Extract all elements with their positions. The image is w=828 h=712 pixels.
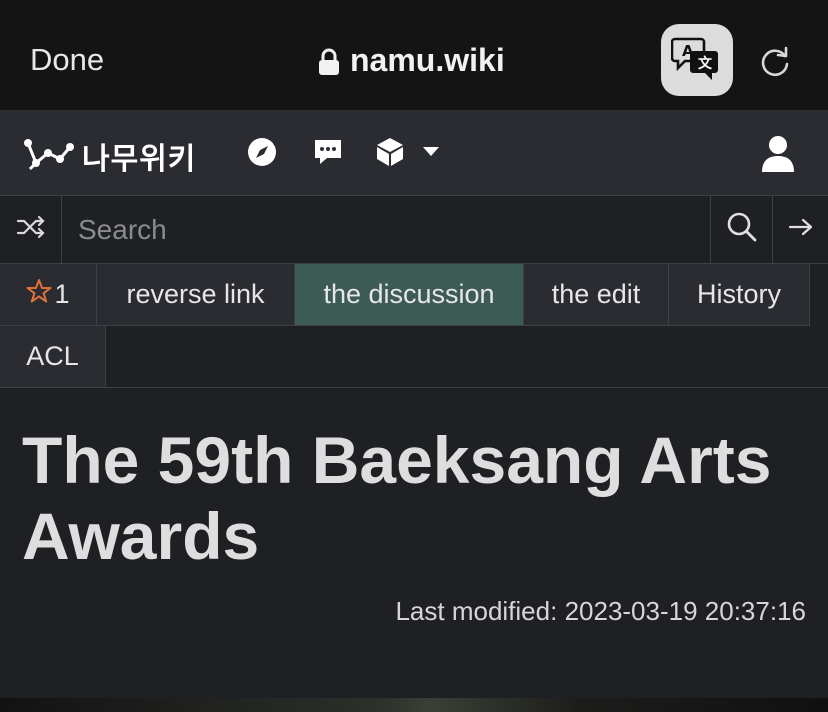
translate-icon: A 文 bbox=[670, 35, 723, 86]
address-bar[interactable]: namu.wiki bbox=[318, 42, 505, 79]
compass-button[interactable] bbox=[246, 136, 278, 168]
last-modified: Last modified: 2023-03-19 20:37:16 bbox=[395, 596, 806, 627]
page-title: The 59th Baeksang Arts Awards bbox=[22, 423, 772, 573]
reload-button[interactable] bbox=[757, 44, 793, 80]
tree-logo-icon bbox=[22, 137, 74, 176]
article-tabs: 1 reverse link the discussion the edit H… bbox=[0, 264, 828, 388]
lock-icon bbox=[318, 47, 340, 75]
last-modified-label: Last modified: bbox=[395, 596, 558, 626]
star-icon bbox=[26, 278, 52, 311]
user-icon bbox=[760, 136, 796, 178]
search-bar bbox=[0, 196, 828, 264]
reload-icon bbox=[757, 46, 793, 84]
cube-icon bbox=[374, 138, 406, 172]
tab-history[interactable]: History bbox=[669, 264, 810, 326]
tools-dropdown-toggle[interactable] bbox=[420, 144, 452, 176]
random-page-button[interactable] bbox=[0, 196, 62, 263]
url-text: namu.wiki bbox=[350, 42, 505, 78]
logo-text: 나무위키 bbox=[82, 142, 197, 177]
chevron-down-icon bbox=[420, 147, 442, 164]
discussion-button[interactable] bbox=[312, 136, 344, 168]
article-image bbox=[0, 698, 828, 712]
browser-toolbar: Done namu.wiki A 文 bbox=[0, 0, 828, 110]
search-input[interactable] bbox=[62, 196, 710, 263]
tab-edit[interactable]: the edit bbox=[524, 264, 669, 326]
tab-reverse-link[interactable]: reverse link bbox=[97, 264, 295, 326]
star-count: 1 bbox=[54, 279, 70, 309]
svg-text:文: 文 bbox=[698, 55, 713, 72]
tab-acl[interactable]: ACL bbox=[0, 326, 106, 388]
wiki-navbar: 나무위키 bbox=[0, 110, 828, 196]
arrow-right-icon bbox=[788, 217, 814, 242]
go-button[interactable] bbox=[773, 196, 828, 263]
shuffle-icon bbox=[16, 215, 46, 244]
chat-icon bbox=[312, 140, 344, 172]
search-button[interactable] bbox=[710, 196, 773, 263]
tab-discussion[interactable]: the discussion bbox=[295, 264, 524, 326]
tab-star[interactable]: 1 bbox=[0, 264, 97, 326]
last-modified-time: 2023-03-19 20:37:16 bbox=[564, 596, 806, 626]
done-button[interactable]: Done bbox=[30, 42, 104, 78]
translate-button[interactable]: A 文 bbox=[661, 24, 733, 96]
user-account-button[interactable] bbox=[760, 134, 796, 174]
wiki-logo[interactable]: 나무위키 bbox=[22, 134, 196, 178]
search-icon bbox=[726, 211, 758, 248]
compass-icon bbox=[246, 138, 278, 172]
tools-menu-button[interactable] bbox=[374, 136, 406, 168]
